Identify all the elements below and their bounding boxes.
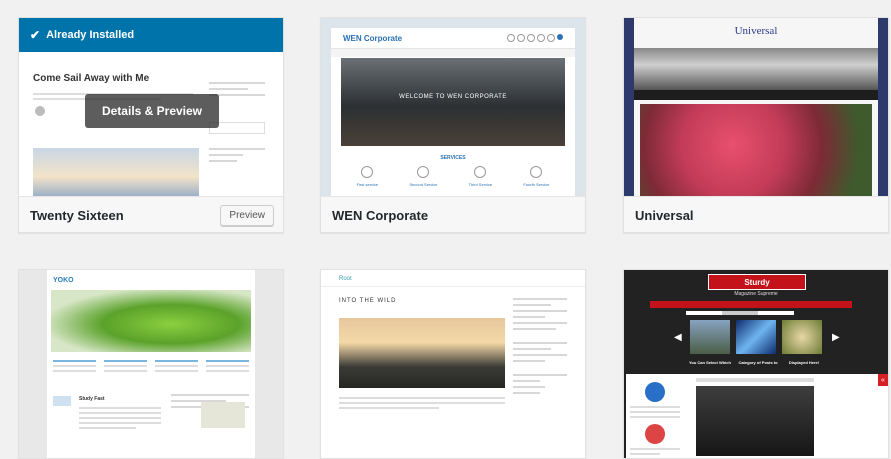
featured-image <box>640 104 872 196</box>
theme-name: WEN Corporate <box>332 207 429 223</box>
theme-screenshot[interactable]: Root INTO THE WILD <box>321 270 585 458</box>
nav-bar <box>331 48 575 57</box>
post-title: Come Sail Away with Me <box>33 73 150 84</box>
header-image <box>634 48 878 90</box>
theme-card-twenty-sixteen[interactable]: Come Sail Away with Me ✔ Already Install… <box>18 17 284 233</box>
post-image <box>696 386 814 456</box>
service-icon <box>361 166 374 178</box>
theme-card-wen-corporate[interactable]: WEN Corporate WELCOME TO WEN CORPORATE S… <box>320 17 586 233</box>
slider-next-icon[interactable]: ▶ <box>832 332 848 348</box>
theme-screenshot[interactable]: Universal <box>624 18 888 197</box>
already-installed-banner: ✔ Already Installed <box>19 18 283 52</box>
theme-name: Universal <box>635 207 694 223</box>
header-image <box>51 290 251 352</box>
theme-screenshot[interactable]: YOKO Study Fast <box>19 270 283 458</box>
service-icon <box>530 166 543 178</box>
post-image <box>339 318 505 388</box>
post-title: Study Fast <box>79 396 105 402</box>
details-preview-button[interactable]: Details & Preview <box>85 94 219 128</box>
site-title: Sturdy <box>708 274 806 290</box>
service-icon <box>474 166 487 178</box>
theme-name: Twenty Sixteen <box>30 207 124 223</box>
nav-bar <box>650 301 852 308</box>
theme-screenshot[interactable]: Come Sail Away with Me ✔ Already Install… <box>19 18 283 197</box>
site-title: WEN Corporate <box>343 34 403 43</box>
site-title: Universal <box>734 25 778 37</box>
theme-card-yoko[interactable]: YOKO Study Fast <box>18 269 284 459</box>
share-icon[interactable]: « <box>878 374 888 386</box>
post-image <box>33 148 199 196</box>
post-title: INTO THE WILD <box>339 298 397 304</box>
site-title: YOKO <box>53 277 74 284</box>
site-subtitle: Magazine Supreme <box>734 291 778 297</box>
avatar <box>35 106 45 116</box>
hero-image: WELCOME TO WEN CORPORATE <box>341 58 565 146</box>
social-icons <box>507 34 563 42</box>
preview-button[interactable]: Preview <box>220 204 274 226</box>
sidebar <box>171 390 249 428</box>
theme-screenshot[interactable]: Sturdy Magazine Supreme ◀ ▶ You Can Sele… <box>624 270 888 458</box>
slider-prev-icon[interactable]: ◀ <box>674 332 690 348</box>
theme-screenshot[interactable]: WEN Corporate WELCOME TO WEN CORPORATE S… <box>321 18 585 197</box>
nav-bar <box>634 90 878 100</box>
services-heading: SERVICES <box>440 155 466 161</box>
sidebar <box>513 294 567 398</box>
service-icon <box>417 166 430 178</box>
site-title: Root <box>339 276 352 282</box>
theme-card-sturdy[interactable]: Sturdy Magazine Supreme ◀ ▶ You Can Sele… <box>623 269 889 459</box>
theme-card-root[interactable]: Root INTO THE WILD <box>320 269 586 459</box>
checkmark-icon: ✔ <box>30 28 41 42</box>
theme-card-universal[interactable]: Universal Universal <box>623 17 889 233</box>
